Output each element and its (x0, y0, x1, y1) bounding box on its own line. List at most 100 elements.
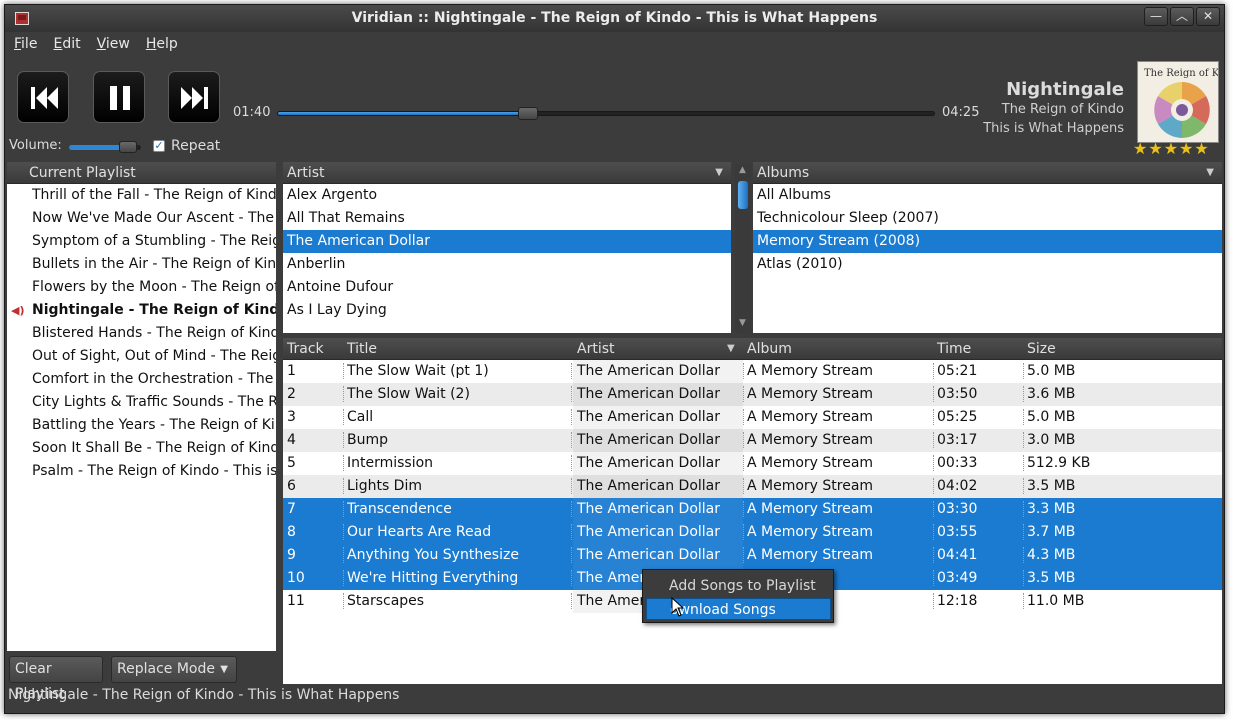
playlist-item[interactable]: ◀) Nightingale - The Reign of Kindo (7, 299, 276, 322)
column-time[interactable]: Time (937, 341, 971, 357)
sort-arrow-icon: ▼ (715, 167, 723, 178)
track-cell-time: 05:25 (937, 409, 978, 425)
artist-item[interactable]: Anberlin (283, 253, 731, 276)
track-row[interactable]: 9 Anything You Synthesize The American Dol… (283, 544, 1222, 567)
menu-edit[interactable]: Edit (44, 32, 87, 57)
artist-item[interactable]: All That Remains (283, 207, 731, 230)
skip-back-icon (31, 87, 58, 109)
track-cell-time: 12:18 (937, 593, 978, 609)
track-row[interactable]: 2 The Slow Wait (2) The American Dollar A M… (283, 383, 1222, 406)
track-row[interactable]: 8 Our Hearts Are Read The American Dollar A… (283, 521, 1222, 544)
playlist-header[interactable]: Current Playlist (7, 162, 276, 184)
repeat-checkbox[interactable]: ✓ (153, 140, 165, 152)
scrollbar-thumb[interactable] (738, 181, 748, 209)
track-row[interactable]: 4 Bump The American Dollar A Memory Stream 0… (283, 429, 1222, 452)
title-bar[interactable]: Viridian :: Nightingale - The Reign of K… (5, 5, 1224, 32)
artist-item[interactable]: Antoine Dufour (283, 276, 731, 299)
track-row[interactable]: 7 Transcendence The American Dollar A Memor… (283, 498, 1222, 521)
artist-item[interactable]: Alex Argento (283, 184, 731, 207)
playlist-item[interactable]: Now We've Made Our Ascent - The Re (7, 207, 276, 230)
pause-button[interactable] (93, 71, 145, 123)
star-icon[interactable]: ★ (1164, 141, 1178, 157)
close-button[interactable]: ✕ (1196, 7, 1220, 26)
seek-handle[interactable] (518, 107, 539, 120)
repeat-label[interactable]: Repeat (171, 138, 220, 154)
playlist-item[interactable]: Out of Sight, Out of Mind - The Reign (7, 345, 276, 368)
artist-header[interactable]: Artist ▼ (283, 162, 731, 184)
star-icon[interactable]: ★ (1179, 141, 1193, 157)
playlist-item[interactable]: Soon It Shall Be - The Reign of Kindo - (7, 437, 276, 460)
playlist-item[interactable]: City Lights & Traffic Sounds - The Reig (7, 391, 276, 414)
track-cell-album: A Memory Stream (747, 478, 874, 494)
track-row[interactable]: 3 Call The American Dollar A Memory Stream 0… (283, 406, 1222, 429)
status-bar: Nightingale - The Reign of Kindo - This … (8, 687, 400, 703)
playlist-item[interactable]: Symptom of a Stumbling - The Reign (7, 230, 276, 253)
minimize-button[interactable]: — (1144, 7, 1168, 26)
track-cell-size: 5.0 MB (1027, 409, 1076, 425)
column-track[interactable]: Track (287, 341, 324, 357)
albums-header[interactable]: Albums ▼ (753, 162, 1222, 184)
menu-file[interactable]: File (5, 32, 44, 57)
track-cell-title: We're Hitting Everything (347, 570, 519, 586)
album-item[interactable]: Technicolour Sleep (2007) (753, 207, 1222, 230)
seek-slider[interactable] (277, 107, 935, 120)
track-cell-title: Call (347, 409, 374, 425)
playlist-item[interactable]: Comfort in the Orchestration - The Re (7, 368, 276, 391)
star-icon[interactable]: ★ (1133, 141, 1147, 157)
scroll-down-icon[interactable]: ▼ (739, 318, 746, 328)
volume-label: Volume: (9, 138, 62, 153)
playlist-item[interactable]: Bullets in the Air - The Reign of Kindo (7, 253, 276, 276)
playlist-item[interactable]: Battling the Years - The Reign of Kind (7, 414, 276, 437)
clear-playlist-button[interactable]: Clear Playlist (9, 656, 103, 702)
track-cell-track: 2 (287, 386, 296, 402)
track-cell-album: A Memory Stream (747, 547, 874, 563)
column-size[interactable]: Size (1027, 341, 1056, 357)
column-title[interactable]: Title (347, 341, 377, 357)
track-cell-time: 04:41 (937, 547, 978, 563)
track-cell-title: Transcendence (347, 501, 452, 517)
track-cell-track: 6 (287, 478, 296, 494)
rating-stars[interactable]: ★ ★ ★ ★ ★ (1133, 141, 1209, 157)
artist-header-label: Artist (287, 165, 325, 181)
playlist-item[interactable]: Psalm - The Reign of Kindo - This is W (7, 460, 276, 483)
artist-scrollbar[interactable]: ▲ ▼ (735, 164, 751, 333)
scroll-up-icon[interactable]: ▲ (739, 165, 746, 175)
replace-mode-dropdown[interactable]: Replace Mode ▼ (111, 656, 237, 683)
column-artist[interactable]: Artist (577, 341, 615, 357)
track-cell-title: Our Hearts Are Read (347, 524, 492, 540)
app-window: Viridian :: Nightingale - The Reign of K… (4, 4, 1225, 714)
track-cell-artist: The American Dollar (573, 452, 743, 475)
add-songs-to-playlist-item[interactable]: Add Songs to Playlist (646, 575, 831, 597)
star-icon[interactable]: ★ (1194, 141, 1208, 157)
artist-item[interactable]: The American Dollar (283, 230, 731, 253)
volume-slider[interactable] (69, 141, 141, 153)
track-cell-artist: The American Dollar (573, 498, 743, 521)
next-button[interactable] (168, 71, 220, 123)
artist-panel: Artist ▼ Alex Argento All That Remains The… (283, 162, 731, 333)
playlist-item[interactable]: Blistered Hands - The Reign of Kindo (7, 322, 276, 345)
maximize-button[interactable]: ︿ (1170, 7, 1194, 26)
volume-handle[interactable] (119, 141, 138, 153)
album-item[interactable]: Memory Stream (2008) (753, 230, 1222, 253)
track-cell-title: Bump (347, 432, 389, 448)
star-icon[interactable]: ★ (1148, 141, 1162, 157)
playlist-item[interactable]: Thrill of the Fall - The Reign of Kindo … (7, 184, 276, 207)
track-row[interactable]: 6 Lights Dim The American Dollar A Memory S… (283, 475, 1222, 498)
playlist-panel: Current Playlist Thrill of the Fall - Th… (7, 162, 276, 651)
album-item[interactable]: Atlas (2010) (753, 253, 1222, 276)
total-time: 04:25 (942, 105, 980, 120)
column-album[interactable]: Album (747, 341, 792, 357)
track-cell-size: 3.5 MB (1027, 570, 1076, 586)
track-cell-time: 00:33 (937, 455, 978, 471)
track-row[interactable]: 5 Intermission The American Dollar A Memory… (283, 452, 1222, 475)
album-art[interactable]: The Reign of Kindo (1137, 61, 1219, 143)
menu-help[interactable]: Help (137, 32, 185, 57)
sort-arrow-icon: ▼ (1206, 167, 1214, 178)
album-item[interactable]: All Albums (753, 184, 1222, 207)
previous-button[interactable] (17, 71, 69, 123)
menu-view[interactable]: View (88, 32, 137, 57)
playlist-item[interactable]: Flowers by the Moon - The Reign of K (7, 276, 276, 299)
artist-item[interactable]: As I Lay Dying (283, 299, 731, 322)
track-row[interactable]: 1 The Slow Wait (pt 1) The American Dollar… (283, 360, 1222, 383)
now-playing-title: Nightingale (1006, 79, 1124, 100)
